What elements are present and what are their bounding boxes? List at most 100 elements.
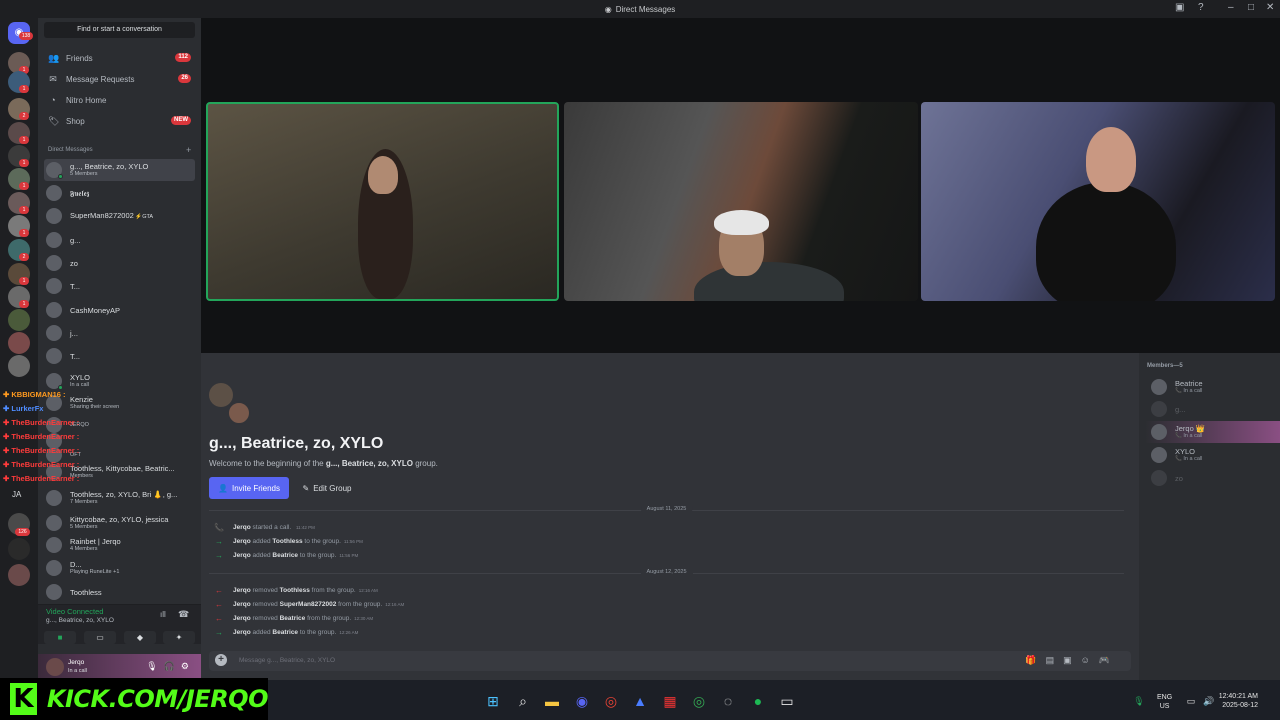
mail-icon: ✉ <box>49 74 57 84</box>
terminal-icon[interactable]: ▭ <box>778 692 796 710</box>
member-item[interactable]: g... <box>1145 398 1280 420</box>
help-icon[interactable]: ? <box>1198 2 1204 13</box>
server-badge: 2 <box>19 253 29 261</box>
user-avatar[interactable] <box>46 658 64 676</box>
avatar <box>1151 401 1167 417</box>
edit-group-button[interactable]: ✎ Edit Group <box>297 477 357 499</box>
nav-label: Nitro Home <box>66 95 107 105</box>
participant-face <box>1086 127 1136 192</box>
dm-sub: OFT <box>70 451 81 458</box>
member-item[interactable]: Beatrice 📞 In a call <box>1145 376 1280 398</box>
upload-plus-icon[interactable]: + <box>215 654 227 666</box>
dm-item[interactable]: D... Playing RuneLite +1 <box>44 557 195 579</box>
member-item[interactable]: XYLO 📞 In a call <box>1145 444 1280 466</box>
server-icon[interactable] <box>8 309 30 331</box>
member-name: Jerqo 👑 <box>1175 424 1206 433</box>
dm-item[interactable]: Kittycobae, zo, XYLO, jessica 5 Members <box>44 512 195 534</box>
participant-body <box>694 262 844 301</box>
network-icon[interactable]: ▭ <box>1182 692 1200 710</box>
activity-button[interactable]: ◆ <box>124 631 156 644</box>
dm-panel: Find or start a conversation 👥 Friends 112… <box>38 18 201 680</box>
chrome-icon[interactable]: ◎ <box>690 692 708 710</box>
avatar <box>1151 470 1167 486</box>
dm-item[interactable]: g..., Beatrice, zo, XYLO 5 Members <box>44 159 195 181</box>
member-status: 📞 In a call <box>1175 433 1203 439</box>
nav-item-friends[interactable]: 👥 Friends 112 <box>44 49 195 67</box>
streaming-app-icon[interactable]: ▦ <box>661 692 679 710</box>
avatar <box>46 464 62 480</box>
video-tile[interactable] <box>921 102 1275 301</box>
server-badge: 1 <box>19 206 29 214</box>
dm-sub: JERQO <box>70 421 89 428</box>
member-list: Members—5 Beatrice 📞 In a call g... Jerqo 👑… <box>1139 353 1280 680</box>
chrome-icon[interactable]: ◎ <box>602 692 620 710</box>
user-controls[interactable]: 🎙🎧⚙ <box>146 661 195 672</box>
dm-name: T... <box>70 281 81 291</box>
dm-item[interactable]: 𝕱𝖚𝖊𝖑𝖊𝖟 <box>44 182 195 204</box>
dm-item[interactable]: Toothless <box>44 581 195 603</box>
folder-icon[interactable]: ▬ <box>543 692 561 710</box>
discord-icon[interactable]: ◉ <box>573 692 591 710</box>
avatar <box>46 208 62 224</box>
arrow-left-icon: ← <box>215 599 223 609</box>
server-icon[interactable] <box>8 564 30 586</box>
nav-item-nitro-home[interactable]: ◔ Nitro Home <box>44 91 195 109</box>
dm-item[interactable]: zo <box>44 252 195 274</box>
nav-item-shop[interactable]: 🏷 Shop NEW <box>44 112 195 130</box>
dm-item[interactable]: Kenzie Sharing their screen <box>44 392 195 414</box>
disconnect-icon[interactable]: ☎ <box>178 609 189 620</box>
nav-item-message-requests[interactable]: ✉ Message Requests 26 <box>44 70 195 88</box>
dm-item[interactable]: j... <box>44 322 195 344</box>
video-tile-speaking[interactable] <box>206 102 559 301</box>
camera-button[interactable]: ■ <box>44 631 76 644</box>
invite-friends-button[interactable]: 👤 Invite Friends <box>209 477 289 499</box>
dm-name: g..., Beatrice, zo, XYLO <box>70 162 149 171</box>
avatar <box>46 348 62 364</box>
nav-badge: 26 <box>178 74 191 83</box>
server-list: ◉ 138 11211111211JA126 <box>0 18 38 680</box>
server-icon[interactable] <box>8 355 30 377</box>
composer-icons[interactable]: 🎁▤▣☺🎮 <box>1025 655 1119 666</box>
message-input[interactable]: + Message g..., Beatrice, zo, XYLO 🎁▤▣☺🎮 <box>209 651 1131 671</box>
member-header: Members—5 <box>1147 363 1183 369</box>
minimize-button[interactable]: – <box>1228 2 1234 13</box>
dm-item[interactable]: T... <box>44 345 195 367</box>
mic-icon[interactable]: 🎙 <box>1130 692 1148 710</box>
dm-item[interactable]: g... <box>44 229 195 251</box>
arrow-right-icon: → <box>215 536 223 546</box>
server-icon[interactable] <box>8 332 30 354</box>
volume-icon[interactable]: 🔊 <box>1200 692 1218 710</box>
share-screen-button[interactable]: ▭ <box>84 631 116 644</box>
server-ja[interactable]: JA <box>12 490 21 499</box>
language-indicator[interactable]: ENG US <box>1157 693 1172 711</box>
dm-item[interactable]: SuperMan8272002 ⚡GTA <box>44 205 195 227</box>
app-icon[interactable]: ▲ <box>631 692 649 710</box>
dm-name: Toothless, Kittycobae, Beatric... <box>70 464 175 473</box>
pencil-icon: ✎ <box>302 483 310 493</box>
group-icon <box>209 383 255 429</box>
soundboard-button[interactable]: ✦ <box>163 631 195 644</box>
signal-icon[interactable]: ıll <box>160 610 166 619</box>
app-icon[interactable]: ◌ <box>719 692 737 710</box>
dm-item[interactable]: Toothless, zo, XYLO, Bri 👃, g... 7 Member… <box>44 487 195 509</box>
phone-icon: 📞 <box>214 522 224 532</box>
close-button[interactable]: ✕ <box>1266 2 1274 13</box>
server-icon[interactable] <box>8 538 30 560</box>
inbox-icon[interactable]: ▣ <box>1175 2 1184 13</box>
spotify-icon[interactable]: ● <box>749 692 767 710</box>
video-tile[interactable] <box>564 102 918 301</box>
member-item[interactable]: zo <box>1145 467 1280 489</box>
search-conversation-input[interactable]: Find or start a conversation <box>44 22 195 38</box>
dm-item[interactable]: XYLO In a call <box>44 370 195 392</box>
create-dm-icon[interactable]: + <box>186 145 191 155</box>
system-message: ← Jerqo removed SuperMan8272002 from the … <box>215 599 405 609</box>
dm-item[interactable]: Rainbet | Jerqo 4 Members <box>44 534 195 556</box>
maximize-button[interactable]: □ <box>1248 2 1254 13</box>
dm-item[interactable]: Toothless, Kittycobae, Beatric... Members <box>44 461 195 483</box>
start-icon[interactable]: ⊞ <box>484 692 502 710</box>
dm-item[interactable]: CashMoneyAP <box>44 299 195 321</box>
dm-item[interactable]: T... <box>44 275 195 297</box>
clock[interactable]: 12:40:21 AM 2025-08-12 <box>1219 692 1258 710</box>
search-icon[interactable]: ⌕ <box>514 692 532 710</box>
member-item[interactable]: Jerqo 👑 📞 In a call <box>1145 421 1280 443</box>
